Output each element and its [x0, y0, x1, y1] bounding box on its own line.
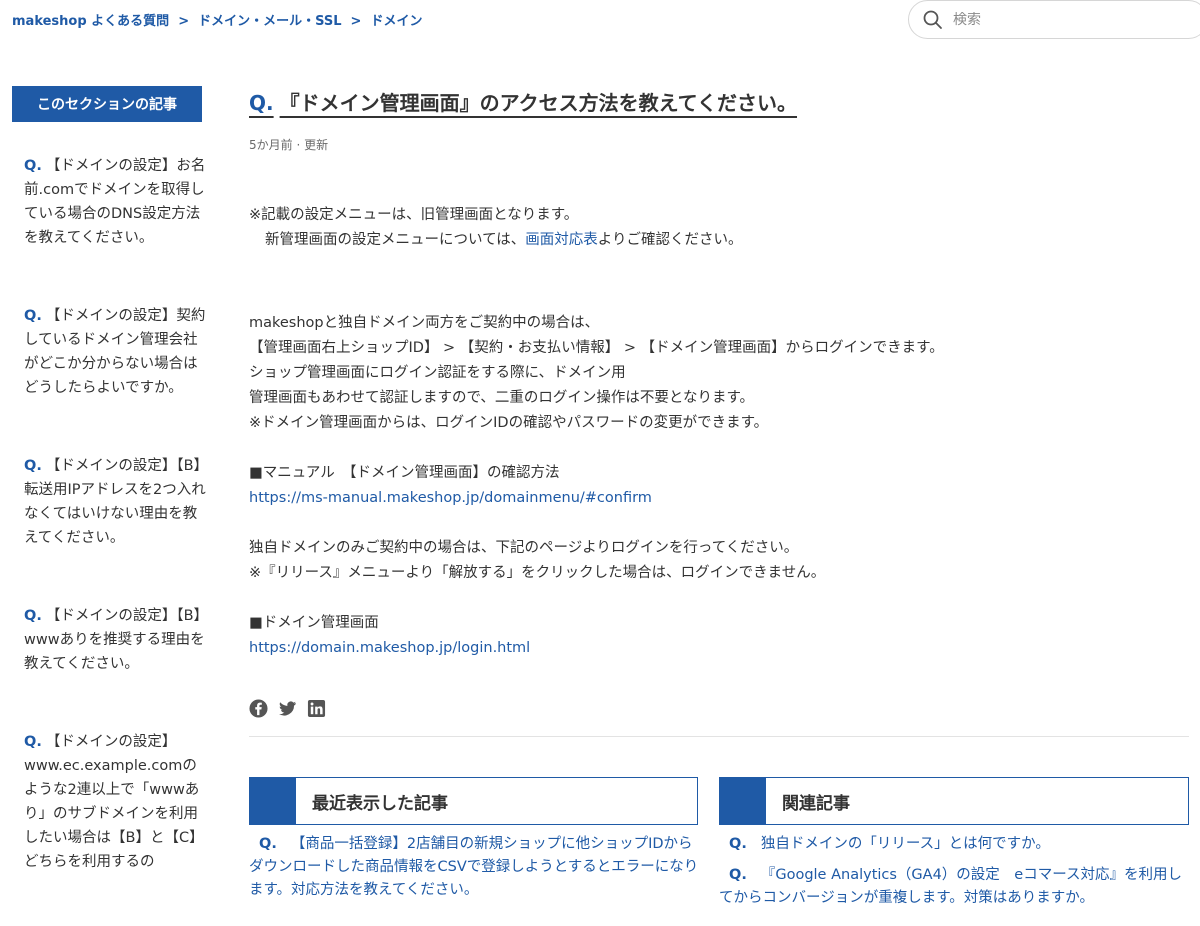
legacy-note: ※記載の設定メニューは、旧管理画面となります。 新管理画面の設定メニューについて… — [249, 203, 1189, 253]
related-article-link[interactable]: 『Google Analytics（GA4）の設定 eコマース対応』を利用してか… — [719, 867, 1182, 906]
screen-mapping-link[interactable]: 画面対応表 — [525, 232, 598, 248]
sidebar-heading: このセクションの記事 — [12, 86, 202, 122]
article-main: Q. 『ドメイン管理画面』のアクセス方法を教えてください。 5か月前 · 更新 ※… — [249, 88, 1189, 906]
article-title: Q. 『ドメイン管理画面』のアクセス方法を教えてください。 — [249, 88, 1189, 118]
related-articles-list: Q. 独自ドメインの「リリース」とは何ですか。 Q. 『Google Analyti… — [719, 833, 1189, 918]
search-icon — [923, 10, 942, 29]
breadcrumb-separator: > — [350, 14, 362, 29]
q-marker: Q. — [259, 836, 277, 852]
article-title-link[interactable]: Q. 『ドメイン管理画面』のアクセス方法を教えてください。 — [249, 91, 797, 115]
article-meta: 5か月前 · 更新 — [249, 138, 329, 152]
q-marker: Q. — [24, 608, 42, 624]
sidebar-article-link[interactable]: 【ドメインの設定】契約しているドメイン管理会社がどこか分からない場合はどうしたら… — [24, 308, 205, 396]
manual-url-link[interactable]: https://ms-manual.makeshop.jp/domainmenu… — [249, 490, 652, 506]
domain-login-url-link[interactable]: https://domain.makeshop.jp/login.html — [249, 640, 530, 656]
manual-section: ■マニュアル 【ドメイン管理画面】の確認方法 https://ms-manual… — [249, 461, 1189, 511]
sidebar-article-link[interactable]: 【ドメインの設定】www.ec.example.comのような2連以上で「www… — [24, 734, 204, 870]
search-input[interactable] — [953, 11, 1153, 28]
recent-article-item[interactable]: Q. 【商品一括登録】2店舗目の新規ショップに他ショップIDからダウンロードした商… — [249, 833, 701, 902]
sidebar-article-link[interactable]: 【ドメインの設定】【B】転送用IPアドレスを2つ入れなくてはいけない理由を教えて… — [24, 458, 206, 546]
note-text: 新管理画面の設定メニューについては、 — [265, 232, 526, 248]
domain-admin-section: ■ドメイン管理画面 https://domain.makeshop.jp/log… — [249, 611, 1189, 661]
manual-label: ■マニュアル 【ドメイン管理画面】の確認方法 — [249, 465, 560, 481]
breadcrumb-domain-link[interactable]: ドメイン — [370, 14, 422, 29]
breadcrumb-separator: > — [178, 14, 190, 29]
search-box[interactable] — [908, 0, 1200, 39]
recent-article-link[interactable]: 【商品一括登録】2店舗目の新規ショップに他ショップIDからダウンロードした商品情… — [249, 836, 698, 898]
sidebar-article-item[interactable]: Q. 【ドメインの設定】www.ec.example.comのような2連以上で「w… — [24, 730, 208, 874]
recent-articles-list: Q. 【商品一括登録】2店舗目の新規ショップに他ショップIDからダウンロードした商… — [249, 833, 701, 910]
divider — [249, 736, 1189, 737]
share-buttons — [249, 699, 1189, 718]
sidebar-article-item[interactable]: Q. 【ドメインの設定】お名前.comでドメインを取得している場合のDNS設定方法… — [24, 154, 208, 250]
related-article-link[interactable]: 独自ドメインの「リリース」とは何ですか。 — [761, 836, 1050, 852]
related-articles-heading: 関連記事 — [782, 793, 850, 814]
facebook-icon[interactable] — [249, 699, 268, 718]
twitter-icon[interactable] — [278, 699, 297, 718]
domain-only-paragraph: 独自ドメインのみご契約中の場合は、下記のページよりログインを行ってください。 ※… — [249, 540, 826, 581]
q-marker: Q. — [24, 734, 42, 750]
article-body: ※記載の設定メニューは、旧管理画面となります。 新管理画面の設定メニューについて… — [249, 203, 1189, 661]
q-marker: Q. — [24, 458, 42, 474]
sidebar-article-list: Q. 【ドメインの設定】お名前.comでドメインを取得している場合のDNS設定方法… — [12, 154, 207, 874]
related-articles-header: 関連記事 — [719, 777, 1189, 825]
note-text: よりご確認ください。 — [597, 232, 743, 248]
q-marker: Q. — [729, 836, 747, 852]
recent-articles-header: 最近表示した記事 — [249, 777, 698, 825]
sidebar-article-link[interactable]: 【ドメインの設定】【B】wwwありを推奨する理由を教えてください。 — [24, 608, 205, 672]
domain-admin-label: ■ドメイン管理画面 — [249, 615, 379, 631]
article-title-text: 『ドメイン管理画面』のアクセス方法を教えてください。 — [279, 91, 798, 115]
note-line: ※記載の設定メニューは、旧管理画面となります。 — [249, 207, 579, 223]
related-article-item[interactable]: Q. 独自ドメインの「リリース」とは何ですか。 — [719, 833, 1189, 856]
sidebar-article-item[interactable]: Q. 【ドメインの設定】【B】wwwありを推奨する理由を教えてください。 — [24, 604, 208, 676]
q-marker: Q. — [729, 867, 747, 883]
header-accent-bar — [250, 778, 296, 824]
note-line: 新管理画面の設定メニューについては、画面対応表よりご確認ください。 — [249, 228, 1189, 253]
related-article-item[interactable]: Q. 『Google Analytics（GA4）の設定 eコマース対応』を利用し… — [719, 864, 1189, 910]
breadcrumb-domain-mail-ssl-link[interactable]: ドメイン・メール・SSL — [198, 14, 341, 29]
section-articles-sidebar: このセクションの記事 Q. 【ドメインの設定】お名前.comでドメインを取得してい… — [12, 86, 207, 926]
q-marker: Q. — [24, 308, 42, 324]
both-contract-paragraph: makeshopと独自ドメイン両方をご契約中の場合は、 【管理画面右上ショップI… — [249, 315, 944, 431]
sidebar-article-item[interactable]: Q. 【ドメインの設定】【B】転送用IPアドレスを2つ入れなくてはいけない理由を教… — [24, 454, 208, 550]
q-marker: Q. — [249, 91, 274, 115]
header-accent-bar — [720, 778, 766, 824]
breadcrumb: makeshop よくある質問 > ドメイン・メール・SSL > ドメイン — [12, 10, 422, 29]
recent-articles-heading: 最近表示した記事 — [312, 793, 448, 814]
q-marker: Q. — [24, 158, 42, 174]
linkedin-icon[interactable] — [307, 699, 326, 718]
sidebar-article-link[interactable]: 【ドメインの設定】お名前.comでドメインを取得している場合のDNS設定方法を教… — [24, 158, 205, 246]
sidebar-article-item[interactable]: Q. 【ドメインの設定】契約しているドメイン管理会社がどこか分からない場合はどうし… — [24, 304, 208, 400]
breadcrumb-home-link[interactable]: makeshop よくある質問 — [12, 14, 169, 29]
